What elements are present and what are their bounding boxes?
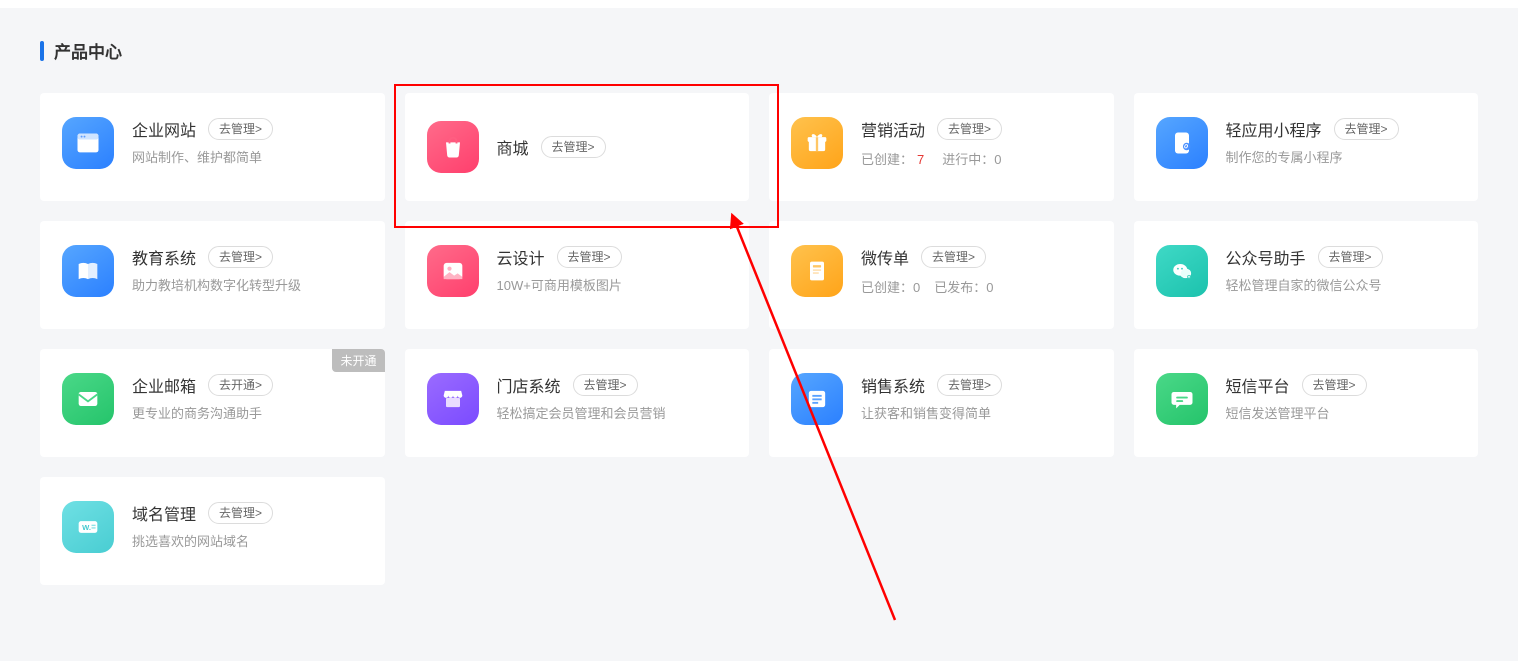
card-cloud-design[interactable]: 云设计 去管理> 10W+可商用模板图片 <box>405 221 750 329</box>
manage-button[interactable]: 去管理> <box>573 374 638 396</box>
card-desc: 轻松管理自家的微信公众号 <box>1226 277 1457 295</box>
manage-button[interactable]: 去管理> <box>208 118 273 140</box>
section-title-text: 产品中心 <box>54 38 122 63</box>
card-title: 短信平台 <box>1226 373 1290 397</box>
manage-button[interactable]: 去管理> <box>208 246 273 268</box>
card-micro-flyer[interactable]: 微传单 去管理> 已创建：0已发布：0 <box>769 221 1114 329</box>
card-stats: 已创建： 7 进行中：0 <box>861 149 1092 168</box>
stats-running-label: 进行中： <box>942 152 994 167</box>
manage-button[interactable]: 去管理> <box>937 118 1002 140</box>
card-marketing[interactable]: 营销活动 去管理> 已创建： 7 进行中：0 <box>769 93 1114 201</box>
card-desc: 轻松搞定会员管理和会员营销 <box>497 405 728 423</box>
stats-created-value: 0 <box>913 280 920 295</box>
card-desc: 挑选喜欢的网站域名 <box>132 533 363 551</box>
stats-created-label: 已创建： <box>861 152 913 167</box>
manage-button[interactable]: 去管理> <box>1302 374 1367 396</box>
store-icon <box>427 373 479 425</box>
stats-created-value: 7 <box>917 152 924 167</box>
card-education[interactable]: 教育系统 去管理> 助力教培机构数字化转型升级 <box>40 221 385 329</box>
cards-grid: 企业网站 去管理> 网站制作、维护都简单 商城 去管理> <box>40 93 1478 585</box>
wechat-icon <box>1156 245 1208 297</box>
image-icon <box>427 245 479 297</box>
card-enterprise-mail[interactable]: 未开通 企业邮箱 去开通> 更专业的商务沟通助手 <box>40 349 385 457</box>
card-desc: 让获客和销售变得简单 <box>861 405 1092 423</box>
shopping-bag-icon <box>427 121 479 173</box>
card-wechat-helper[interactable]: 公众号助手 去管理> 轻松管理自家的微信公众号 <box>1134 221 1479 329</box>
card-desc: 更专业的商务沟通助手 <box>132 405 363 423</box>
manage-button[interactable]: 去管理> <box>921 246 986 268</box>
svg-text:W.: W. <box>82 523 91 532</box>
stats-published-label: 已发布： <box>934 280 986 295</box>
section-title: 产品中心 <box>40 38 1478 63</box>
book-icon <box>62 245 114 297</box>
browser-window-icon <box>62 117 114 169</box>
stats-published-value: 0 <box>986 280 993 295</box>
list-icon <box>791 373 843 425</box>
miniprogram-icon <box>1156 117 1208 169</box>
chat-bubble-icon <box>1156 373 1208 425</box>
card-title: 营销活动 <box>861 117 925 141</box>
card-desc: 制作您的专属小程序 <box>1226 149 1457 167</box>
card-desc: 短信发送管理平台 <box>1226 405 1457 423</box>
card-title: 企业网站 <box>132 117 196 141</box>
stats-running-value: 0 <box>994 152 1001 167</box>
card-mall[interactable]: 商城 去管理> <box>405 93 750 201</box>
content-wrapper: 产品中心 企业网站 去管理> 网站制作、维护都简单 商城 <box>0 8 1518 615</box>
card-title: 公众号助手 <box>1226 245 1306 269</box>
activate-button[interactable]: 去开通> <box>208 374 273 396</box>
badge-not-activated: 未开通 <box>332 349 384 372</box>
manage-button[interactable]: 去管理> <box>208 502 273 524</box>
card-title: 域名管理 <box>132 501 196 525</box>
card-title: 商城 <box>497 135 529 159</box>
card-title: 教育系统 <box>132 245 196 269</box>
card-desc: 助力教培机构数字化转型升级 <box>132 277 363 295</box>
card-title: 云设计 <box>497 245 545 269</box>
card-title: 微传单 <box>861 245 909 269</box>
card-domain-manage[interactable]: W. 域名管理 去管理> 挑选喜欢的网站域名 <box>40 477 385 585</box>
card-enterprise-site[interactable]: 企业网站 去管理> 网站制作、维护都简单 <box>40 93 385 201</box>
section-title-bar <box>40 41 44 61</box>
stats-created-label: 已创建： <box>861 280 913 295</box>
envelope-icon <box>62 373 114 425</box>
card-title: 企业邮箱 <box>132 373 196 397</box>
flyer-icon <box>791 245 843 297</box>
top-bar-spacer <box>0 0 1518 8</box>
card-sales-system[interactable]: 销售系统 去管理> 让获客和销售变得简单 <box>769 349 1114 457</box>
manage-button[interactable]: 去管理> <box>1334 118 1399 140</box>
domain-icon: W. <box>62 501 114 553</box>
manage-button[interactable]: 去管理> <box>541 136 606 158</box>
card-lite-app[interactable]: 轻应用小程序 去管理> 制作您的专属小程序 <box>1134 93 1479 201</box>
card-desc: 网站制作、维护都简单 <box>132 149 363 167</box>
card-stats: 已创建：0已发布：0 <box>861 277 1092 296</box>
manage-button[interactable]: 去管理> <box>1318 246 1383 268</box>
card-title: 销售系统 <box>861 373 925 397</box>
gift-icon <box>791 117 843 169</box>
card-title: 轻应用小程序 <box>1226 117 1322 141</box>
manage-button[interactable]: 去管理> <box>937 374 1002 396</box>
card-sms-platform[interactable]: 短信平台 去管理> 短信发送管理平台 <box>1134 349 1479 457</box>
card-desc: 10W+可商用模板图片 <box>497 277 728 295</box>
manage-button[interactable]: 去管理> <box>557 246 622 268</box>
card-store-system[interactable]: 门店系统 去管理> 轻松搞定会员管理和会员营销 <box>405 349 750 457</box>
card-title: 门店系统 <box>497 373 561 397</box>
